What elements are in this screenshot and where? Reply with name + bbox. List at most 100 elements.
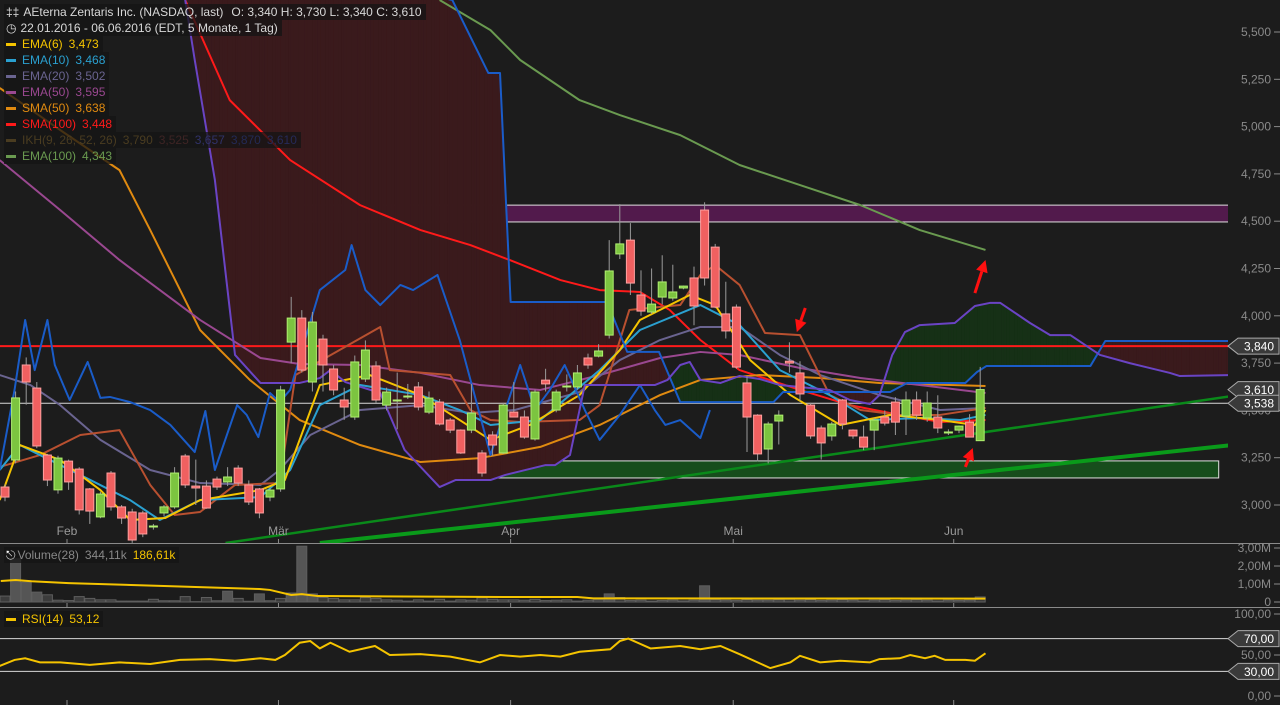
candle[interactable] [689,266,699,326]
volume-bar [624,600,636,603]
candle[interactable] [64,459,74,490]
candle[interactable] [636,270,646,316]
candle[interactable] [32,382,42,449]
candle[interactable] [827,421,837,441]
candle[interactable] [180,453,190,488]
candle-body [318,338,328,366]
kumo-cloud-segment [1125,340,1129,364]
candle[interactable] [774,410,784,445]
candle[interactable] [297,310,307,373]
candle[interactable] [350,355,360,420]
candle[interactable] [806,402,816,439]
candle[interactable] [265,487,275,502]
indicator-settings-icon[interactable]: ‡‡ [6,5,19,19]
volume-bar [84,597,96,603]
legend-item[interactable]: EMA(10) 3,468 [4,52,426,68]
legend-item[interactable]: EMA(100) 4,343 [4,148,426,164]
candle[interactable] [901,391,911,435]
legend-label: EMA(50) [22,85,70,99]
candle[interactable] [435,399,445,426]
candle[interactable] [85,487,95,524]
candle[interactable] [848,429,858,439]
candle[interactable] [53,455,63,494]
candle[interactable] [276,385,286,492]
candle-body [880,416,890,424]
kumo-cloud-segment [1133,340,1137,366]
kumo-cloud-segment [699,377,703,403]
candle[interactable] [0,484,10,502]
candle[interactable] [859,425,869,451]
candle-body [848,429,858,437]
annotation-arrow[interactable] [973,259,988,294]
candle[interactable] [742,376,752,453]
candle[interactable] [710,243,720,309]
candle[interactable] [700,202,710,286]
candle[interactable] [201,480,211,509]
candle[interactable] [625,223,635,295]
candle[interactable] [170,467,180,509]
volume-tick-label: 3,00M [1238,541,1271,555]
candle[interactable] [890,397,900,435]
candle[interactable] [74,467,84,515]
candle[interactable] [21,357,31,405]
kumo-cloud-segment [1067,334,1071,367]
candle[interactable] [922,391,932,422]
candle-body [583,357,593,366]
candle[interactable] [530,389,540,441]
date-range[interactable]: 22.01.2016 - 06.06.2016 (EDT, 5 Monate, … [20,21,277,35]
kumo-cloud-segment [913,326,917,384]
legend-item[interactable]: EMA(6) 3,473 [4,36,426,52]
candle[interactable] [657,255,667,305]
annotation-arrow[interactable] [795,307,807,333]
candle[interactable] [307,312,317,392]
legend-item[interactable]: EMA(20) 3,502 [4,68,426,84]
candle[interactable] [912,391,922,420]
volume-bar [497,599,509,603]
legend-item[interactable]: SMA(100) 3,448 [4,116,426,132]
legend-item[interactable]: SMA(50) 3,638 [4,100,426,116]
candle[interactable] [668,264,678,301]
legend-item[interactable]: IKH(9, 26, 52, 26) 3,790 3,525 3,657 3,870 3,… [4,132,426,148]
volume-bar [476,597,488,603]
price-tick-label: 5,000 [1241,120,1271,134]
candle[interactable] [943,429,953,435]
candle-body [922,402,932,419]
candle[interactable] [11,391,21,464]
candle[interactable] [731,304,741,369]
candle[interactable] [477,450,487,477]
candle[interactable] [753,414,763,462]
legend-item[interactable]: EMA(50) 3,595 [4,84,426,100]
candle[interactable] [329,364,339,396]
kumo-cloud-segment [1054,334,1058,367]
candle[interactable] [604,240,614,339]
candle[interactable] [869,417,879,451]
candle[interactable] [763,421,773,464]
candle[interactable] [42,453,52,487]
volume-label[interactable]: Volume(28) [18,548,79,562]
candle-body [562,385,572,388]
rsi-label[interactable]: RSI(14) [22,612,63,626]
candle[interactable] [975,366,985,442]
candle[interactable] [148,523,158,530]
candle[interactable] [371,361,381,403]
candle[interactable] [254,487,264,519]
candle[interactable] [647,268,657,314]
kumo-cloud-segment [1136,340,1140,366]
candle-body [286,317,296,343]
candle[interactable] [159,505,169,517]
candle[interactable] [127,508,137,543]
candle-body [763,423,773,450]
candle[interactable] [678,285,688,290]
candle-body [678,285,688,289]
candle[interactable] [498,402,508,454]
candle[interactable] [233,465,243,487]
candle[interactable] [117,505,127,524]
candle[interactable] [95,491,105,519]
candle[interactable] [138,510,148,538]
candle[interactable] [721,281,731,339]
candle[interactable] [456,429,466,454]
candle[interactable] [954,425,964,434]
candle[interactable] [212,476,222,490]
candle[interactable] [551,389,561,413]
candle[interactable] [106,470,116,511]
